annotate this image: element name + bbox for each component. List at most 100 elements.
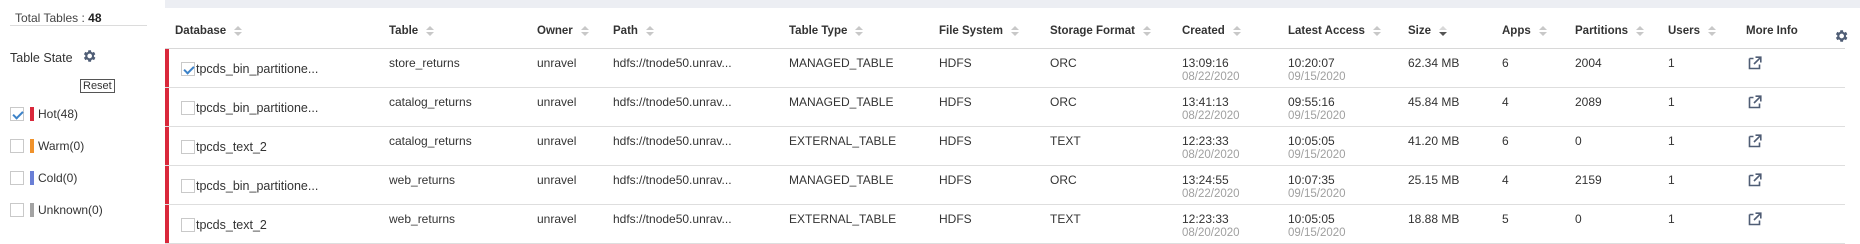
column-header-size[interactable]: Size [1408, 14, 1448, 48]
partitions-cell: 0 [1575, 212, 1582, 226]
hot-checkbox[interactable] [10, 107, 24, 121]
latest-access-cell: 10:07:35 09/15/2020 [1288, 173, 1346, 200]
reset-button[interactable]: Reset [80, 79, 115, 93]
sort-icon[interactable] [1538, 26, 1547, 36]
sort-icon[interactable] [234, 26, 243, 36]
users-cell: 1 [1668, 173, 1675, 187]
column-header-file-system[interactable]: File System [939, 14, 1019, 48]
unknown-color-swatch [30, 203, 34, 217]
sort-icon[interactable] [645, 26, 654, 36]
gear-icon[interactable] [81, 48, 97, 64]
column-header-label: Table Type [789, 25, 848, 37]
partitions-cell: 2089 [1575, 95, 1602, 109]
database-cell[interactable]: tpcds_bin_partitione... [196, 101, 318, 115]
table-cell: web_returns [389, 212, 456, 226]
external-link-icon[interactable] [1748, 173, 1762, 187]
created-time: 13:24:55 [1182, 173, 1229, 187]
table-row[interactable]: tpcds_bin_partitione... store_returns unra… [165, 49, 1845, 88]
column-header-path[interactable]: Path [613, 14, 654, 48]
state-filter-cold[interactable]: Cold(0) [10, 169, 77, 187]
external-link-icon[interactable] [1748, 56, 1762, 70]
column-header-users[interactable]: Users [1668, 14, 1716, 48]
row-checkbox[interactable] [181, 62, 195, 76]
sort-icon[interactable] [1372, 26, 1381, 36]
row-checkbox[interactable] [181, 140, 195, 154]
sort-icon[interactable] [1010, 26, 1019, 36]
warm-checkbox[interactable] [10, 139, 24, 153]
partitions-cell: 0 [1575, 134, 1582, 148]
table-cell: store_returns [389, 56, 460, 70]
column-header-owner[interactable]: Owner [537, 14, 589, 48]
table-type-cell: MANAGED_TABLE [789, 56, 894, 70]
total-tables: Total Tables : 48 [15, 11, 102, 25]
latest-access-time: 10:05:05 [1288, 212, 1335, 226]
path-cell: hdfs://tnode50.unrav... [613, 212, 732, 226]
created-time: 13:41:13 [1182, 95, 1229, 109]
created-cell: 13:24:55 08/22/2020 [1182, 173, 1240, 200]
database-cell[interactable]: tpcds_text_2 [196, 218, 267, 232]
column-header-storage-format[interactable]: Storage Format [1050, 14, 1151, 48]
created-cell: 12:23:33 08/20/2020 [1182, 212, 1240, 239]
path-cell: hdfs://tnode50.unrav... [613, 56, 732, 70]
column-header-label: Owner [537, 25, 573, 37]
sort-icon[interactable] [580, 26, 589, 36]
total-tables-value: 48 [88, 11, 102, 25]
table-type-cell: EXTERNAL_TABLE [789, 212, 897, 226]
column-header-latest-access[interactable]: Latest Access [1288, 14, 1381, 48]
sort-icon[interactable] [1636, 26, 1645, 36]
table-row[interactable]: tpcds_text_2 web_returns unravel hdfs://tno… [165, 205, 1845, 244]
file-system-cell: HDFS [939, 56, 972, 70]
column-header-label: Created [1182, 25, 1225, 37]
external-link-icon[interactable] [1748, 212, 1762, 226]
sort-icon[interactable] [1143, 26, 1151, 36]
cold-checkbox[interactable] [10, 171, 24, 185]
sort-icon[interactable] [1439, 26, 1448, 36]
partitions-cell: 2159 [1575, 173, 1602, 187]
row-checkbox[interactable] [181, 179, 195, 193]
created-time: 13:09:16 [1182, 56, 1229, 70]
latest-access-cell: 10:20:07 09/15/2020 [1288, 56, 1346, 83]
state-filter-unknown[interactable]: Unknown(0) [10, 201, 103, 219]
apps-cell: 5 [1502, 212, 1509, 226]
database-cell[interactable]: tpcds_bin_partitione... [196, 62, 318, 76]
state-filter-hot[interactable]: Hot(48) [10, 105, 78, 123]
column-header-table-type[interactable]: Table Type [789, 14, 864, 48]
latest-access-cell: 09:55:16 09/15/2020 [1288, 95, 1346, 122]
created-date: 08/20/2020 [1182, 227, 1240, 239]
column-header-partitions[interactable]: Partitions [1575, 14, 1645, 48]
sort-icon[interactable] [1232, 26, 1241, 36]
external-link-icon[interactable] [1748, 134, 1762, 148]
latest-access-time: 10:07:35 [1288, 173, 1335, 187]
owner-cell: unravel [537, 212, 577, 226]
row-checkbox[interactable] [181, 218, 195, 232]
database-cell[interactable]: tpcds_text_2 [196, 140, 267, 154]
table-header: Database Table Owner Path Table Type File Sys… [165, 14, 1845, 49]
table-row[interactable]: tpcds_bin_partitione... catalog_returns un… [165, 88, 1845, 127]
apps-cell: 4 [1502, 173, 1509, 187]
table-row[interactable]: tpcds_text_2 catalog_returns unravel hdfs:/… [165, 127, 1845, 166]
unknown-checkbox[interactable] [10, 203, 24, 217]
file-system-cell: HDFS [939, 95, 972, 109]
column-header-database[interactable]: Database [175, 14, 243, 48]
sort-icon[interactable] [855, 26, 864, 36]
column-header-apps[interactable]: Apps [1502, 14, 1547, 48]
state-indicator-bar [165, 205, 169, 243]
state-filter-warm[interactable]: Warm(0) [10, 137, 84, 155]
table-state-title: Table State [10, 51, 73, 65]
sort-icon[interactable] [1707, 26, 1716, 36]
sort-icon[interactable] [426, 26, 435, 36]
table-type-cell: MANAGED_TABLE [789, 95, 894, 109]
column-header-table[interactable]: Table [389, 14, 435, 48]
storage-format-cell: ORC [1050, 95, 1077, 109]
external-link-icon[interactable] [1748, 95, 1762, 109]
database-cell[interactable]: tpcds_bin_partitione... [196, 179, 318, 193]
created-time: 12:23:33 [1182, 212, 1229, 226]
partitions-cell: 2004 [1575, 56, 1602, 70]
hot-label: Hot(48) [38, 107, 79, 121]
row-checkbox[interactable] [181, 101, 195, 115]
gear-icon[interactable] [1833, 28, 1849, 44]
column-header-created[interactable]: Created [1182, 14, 1241, 48]
size-cell: 62.34 MB [1408, 56, 1460, 70]
table-row[interactable]: tpcds_bin_partitione... web_returns unrave… [165, 166, 1845, 205]
table-state-sidebar: Total Tables : 48 Table State Reset Hot(… [0, 0, 165, 241]
